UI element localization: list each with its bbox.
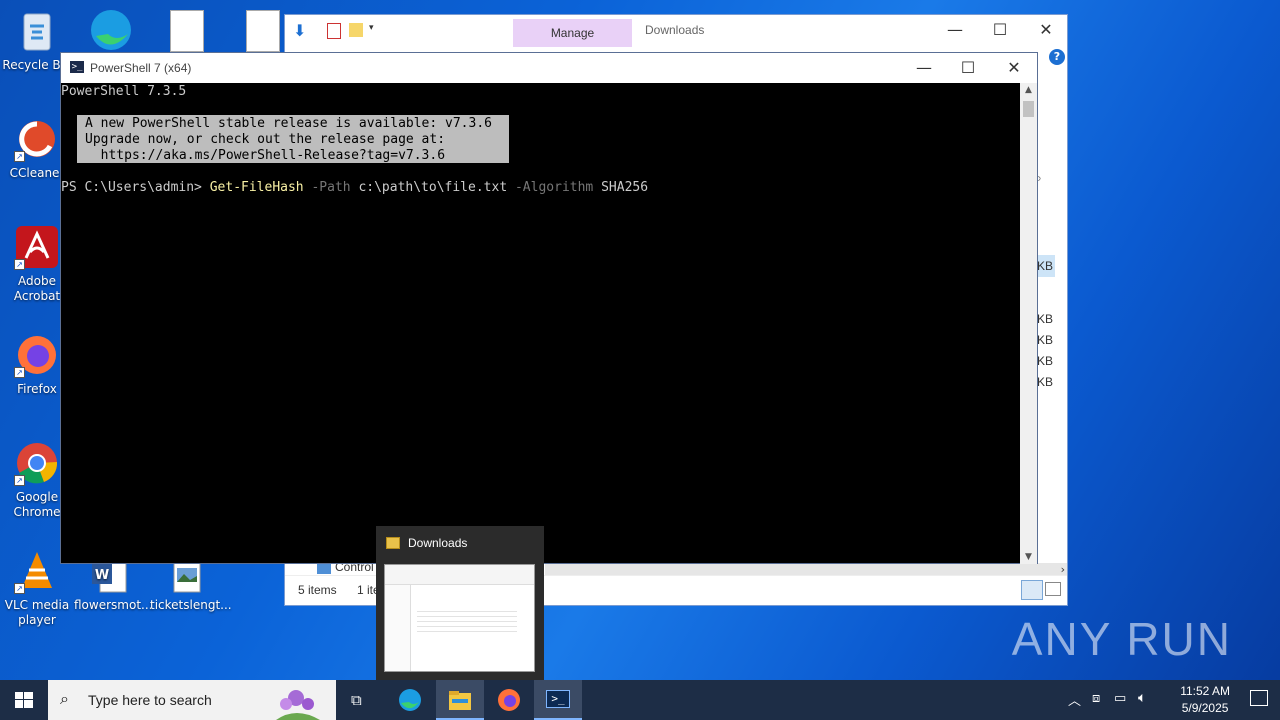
chevron-up-icon[interactable]: ︿: [1068, 690, 1081, 709]
notice-line: https://aka.ms/PowerShell-Release?tag=v7…: [85, 148, 446, 163]
command-parameter: -Path: [311, 180, 351, 195]
powershell-icon: >_: [546, 690, 570, 708]
ccleaner-icon: ↗: [14, 116, 60, 162]
flowers-illustration-icon: [276, 690, 320, 720]
status-item-count: 5 items: [298, 583, 337, 597]
tab-manage[interactable]: Manage: [513, 19, 632, 47]
firefox-icon: [498, 689, 520, 711]
console-output[interactable]: PowerShell 7.3.5 A new PowerShell stable…: [61, 83, 1021, 564]
vlc-icon: ↗: [14, 548, 60, 594]
svg-text:W: W: [95, 568, 109, 583]
clock-time: 11:52 AM: [1180, 684, 1230, 698]
edge-desktop-icon[interactable]: [86, 6, 136, 52]
clock[interactable]: 11:52 AM 5/9/2025: [1180, 683, 1230, 717]
desktop-icon-label: VLC media player: [4, 598, 70, 627]
file-size: KB: [1037, 354, 1054, 368]
taskbar: ⌕ Type here to search ⧉ >_ ︿ ⧈ ▭ 🔈︎ 11:5…: [0, 680, 1280, 720]
desktop-icon-ticketslengt[interactable]: ticketslengt...: [150, 556, 232, 613]
close-button[interactable]: ✕: [1023, 15, 1069, 45]
clock-date: 5/9/2025: [1181, 701, 1229, 715]
thumbnail-window-preview[interactable]: [384, 564, 535, 672]
task-view-button[interactable]: ⧉: [336, 680, 384, 720]
search-box[interactable]: ⌕ Type here to search: [48, 680, 336, 720]
file-size: KB: [1037, 375, 1054, 389]
command-argument: SHA256: [601, 180, 649, 195]
system-tray: ︿ ⧈ ▭ 🔈︎ 11:52 AM 5/9/2025: [1060, 680, 1280, 720]
minimize-button[interactable]: —: [932, 15, 978, 45]
download-arrow-icon[interactable]: ⬇: [293, 21, 306, 40]
search-placeholder: Type here to search: [88, 692, 212, 708]
image-file-icon[interactable]: [170, 10, 204, 52]
preview-rows: [417, 607, 517, 633]
desktop-icon-label: ticketslengt...: [150, 598, 232, 612]
notice-line: A new PowerShell stable release is avail…: [85, 116, 492, 131]
explorer-titlebar[interactable]: ⬇ ▾ Manage Downloads — ☐ ✕: [285, 15, 1067, 49]
device-icon[interactable]: ⧈: [1092, 691, 1100, 706]
windows-start-icon: [15, 692, 33, 708]
firefox-icon: ↗: [14, 332, 60, 378]
version-line: PowerShell 7.3.5: [61, 84, 187, 99]
large-icons-view-icon[interactable]: [1045, 582, 1061, 596]
network-icon[interactable]: ▭: [1114, 691, 1126, 706]
recycle-bin-icon: [14, 8, 60, 54]
preview-sidebar: [385, 585, 411, 671]
taskbar-firefox[interactable]: [485, 680, 533, 720]
powershell-titlebar[interactable]: >_ PowerShell 7 (x64) — ☐ ✕: [61, 53, 1037, 83]
file-explorer-icon: [386, 537, 400, 549]
minimize-button[interactable]: —: [901, 53, 947, 83]
scroll-up-arrow-icon[interactable]: ▲: [1020, 85, 1037, 95]
file-size: KB: [1037, 333, 1054, 347]
update-notice: A new PowerShell stable release is avail…: [77, 115, 509, 163]
taskbar-edge[interactable]: [386, 680, 434, 720]
desktop-icon-label: flowersmot...: [74, 598, 153, 612]
edge-icon: [399, 689, 421, 711]
quick-access-dropdown-icon[interactable]: ▾: [369, 23, 374, 33]
new-folder-icon[interactable]: [349, 23, 363, 37]
start-button[interactable]: [0, 680, 48, 720]
command-parameter: -Algorithm: [514, 180, 594, 195]
powershell-icon: >_: [70, 61, 84, 73]
taskbar-powershell[interactable]: >_: [534, 680, 582, 720]
desktop-icon-flowersmot[interactable]: W flowersmot...: [74, 556, 153, 613]
maximize-button[interactable]: ☐: [977, 15, 1023, 45]
task-view-icon: ⧉: [351, 691, 362, 709]
command-line[interactable]: PS C:\Users\admin> Get-FileHash -Path c:…: [61, 180, 648, 196]
watermark: ANY RUN: [1011, 613, 1232, 665]
file-explorer-icon: [449, 691, 471, 710]
vertical-scrollbar[interactable]: ▲ ▼: [1020, 83, 1037, 564]
command-name: Get-FileHash: [209, 180, 304, 195]
scroll-down-arrow-icon[interactable]: ▼: [1020, 552, 1037, 562]
notification-icon[interactable]: [1250, 690, 1268, 706]
taskbar-file-explorer[interactable]: [436, 680, 484, 720]
command-argument: c:\path\to\file.txt: [358, 180, 508, 195]
properties-icon[interactable]: [327, 23, 341, 39]
image-file-icon[interactable]: [246, 10, 280, 52]
details-view-icon[interactable]: [1021, 580, 1043, 600]
close-button[interactable]: ✕: [991, 53, 1037, 83]
scrollbar-thumb[interactable]: [1023, 101, 1034, 117]
search-icon: ⌕: [60, 689, 69, 708]
acrobat-icon: ↗: [14, 224, 60, 270]
taskbar-thumbnail-preview[interactable]: Downloads: [376, 526, 544, 680]
window-title: PowerShell 7 (x64): [90, 61, 192, 75]
notice-line: Upgrade now, or check out the release pa…: [85, 132, 446, 147]
maximize-button[interactable]: ☐: [945, 53, 991, 83]
speaker-icon[interactable]: 🔈︎: [1138, 690, 1146, 706]
file-size: KB: [1037, 259, 1054, 273]
powershell-window[interactable]: >_ PowerShell 7 (x64) — ☐ ✕ PowerShell 7…: [60, 52, 1038, 564]
prompt: PS C:\Users\admin>: [61, 180, 210, 195]
preview-ribbon: [385, 565, 534, 585]
help-icon[interactable]: ?: [1049, 49, 1065, 65]
file-size: KB: [1037, 312, 1054, 326]
explorer-title: Downloads: [645, 23, 705, 37]
chrome-icon: ↗: [14, 440, 60, 486]
thumbnail-title: Downloads: [408, 536, 468, 550]
